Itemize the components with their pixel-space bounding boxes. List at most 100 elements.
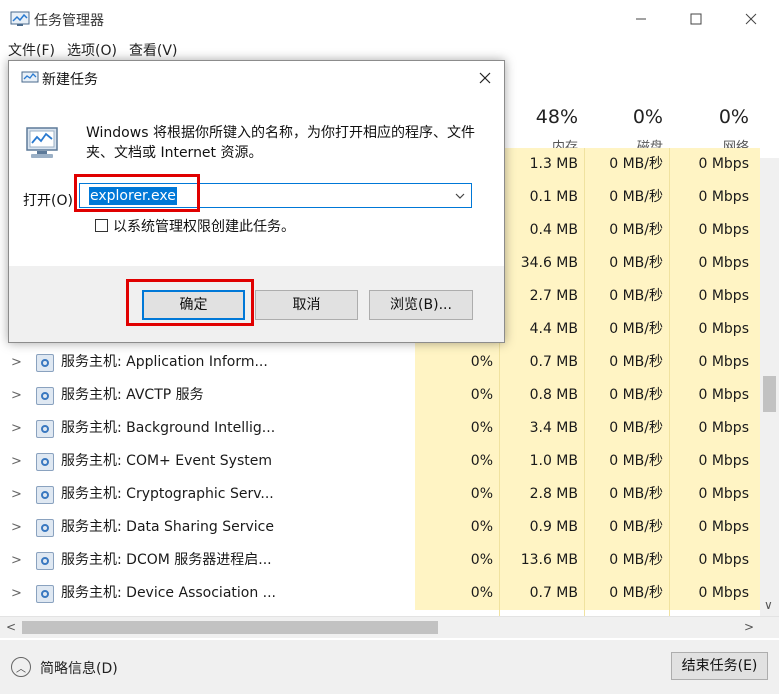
admin-checkbox-label[interactable]: 以系统管理权限创建此任务。	[113, 216, 295, 236]
table-row[interactable]: > 服务主机: Cryptographic Serv... 0% 2.8 MB …	[0, 478, 760, 511]
network-cell: 0 Mbps	[698, 288, 749, 304]
disk-cell: 0 MB/秒	[609, 288, 663, 304]
scroll-right-icon[interactable]: >	[744, 620, 754, 634]
disk-cell: 0 MB/秒	[609, 420, 663, 436]
menu-view[interactable]: 查看(V)	[121, 38, 182, 60]
network-cell: 0 Mbps	[698, 255, 749, 271]
service-gear-icon	[36, 519, 54, 537]
network-cell: 0 Mbps	[698, 387, 749, 403]
dialog-title: 新建任务	[42, 72, 98, 88]
memory-cell: 0.9 MB	[529, 519, 578, 535]
network-cell: 0 Mbps	[698, 519, 749, 535]
expand-chevron-icon[interactable]: >	[11, 445, 22, 478]
network-cell: 0 Mbps	[698, 321, 749, 337]
process-name: 服务主机: Background Intellig...	[61, 420, 276, 436]
browse-button[interactable]: 浏览(B)...	[369, 290, 473, 320]
service-gear-icon	[36, 453, 54, 471]
dialog-close-button[interactable]	[471, 65, 499, 91]
vertical-scroll-thumb[interactable]	[763, 376, 776, 412]
disk-cell: 0 MB/秒	[609, 354, 663, 370]
disk-cell: 0 MB/秒	[609, 321, 663, 337]
menu-file[interactable]: 文件(F)	[0, 38, 59, 60]
expand-chevron-icon[interactable]: >	[11, 379, 22, 412]
dropdown-button[interactable]	[453, 186, 467, 205]
memory-cell: 13.6 MB	[520, 552, 578, 568]
minimize-icon	[636, 18, 646, 20]
cpu-cell: 0%	[470, 552, 493, 568]
table-row[interactable]: > 服务主机: Application Inform... 0% 0.7 MB …	[0, 346, 760, 379]
admin-checkbox[interactable]	[95, 219, 108, 232]
memory-cell: 0.1 MB	[529, 189, 578, 205]
expand-chevron-icon[interactable]: >	[11, 478, 22, 511]
disk-cell: 0 MB/秒	[609, 255, 663, 271]
collapse-up-icon[interactable]: ︿	[11, 657, 31, 677]
new-task-dialog: 新建任务 Windows 将根据你所键入的名称，为你打开相应的程序、文件夹、文档…	[8, 60, 505, 343]
disk-cell: 0 MB/秒	[609, 453, 663, 469]
maximize-icon	[690, 13, 702, 25]
process-name: 服务主机: DCOM 服务器进程启...	[61, 552, 272, 568]
title-bar: 任务管理器	[0, 0, 779, 38]
process-name: 服务主机: Cryptographic Serv...	[61, 486, 274, 502]
disk-cell: 0 MB/秒	[609, 189, 663, 205]
service-gear-icon	[36, 552, 54, 570]
fewer-details-link[interactable]: 简略信息(D)	[40, 658, 118, 678]
highlight-input-box	[74, 174, 200, 212]
network-cell: 0 Mbps	[698, 156, 749, 172]
end-task-button[interactable]: 结束任务(E)	[671, 652, 768, 680]
scroll-down-icon[interactable]: ∨	[764, 598, 773, 612]
vertical-scrollbar[interactable]: ∨	[760, 158, 779, 616]
memory-cell: 0.4 MB	[529, 222, 578, 238]
minimize-button[interactable]	[618, 4, 664, 34]
scroll-left-icon[interactable]: <	[6, 620, 16, 634]
table-row[interactable]: > 服务主机: Data Sharing Service 0% 0.9 MB 0…	[0, 511, 760, 544]
maximize-button[interactable]	[673, 4, 719, 34]
memory-percent: 48%	[535, 106, 578, 128]
table-row[interactable]: > 服务主机: AVCTP 服务 0% 0.8 MB 0 MB/秒 0 Mbps	[0, 379, 760, 412]
service-gear-icon	[36, 354, 54, 372]
highlight-ok-box	[126, 279, 254, 326]
cpu-cell: 0%	[470, 486, 493, 502]
memory-cell: 2.8 MB	[529, 486, 578, 502]
run-dialog-icon	[21, 71, 39, 83]
network-cell: 0 Mbps	[698, 453, 749, 469]
task-manager-icon	[10, 11, 30, 26]
expand-chevron-icon[interactable]: >	[11, 412, 22, 445]
window-title: 任务管理器	[34, 13, 104, 29]
disk-percent: 0%	[632, 106, 663, 128]
menu-options[interactable]: 选项(O)	[59, 38, 121, 60]
task-manager-window: 任务管理器 文件(F) 选项(O) 查看(V) 48% 内存 0% 磁盘 0% …	[0, 0, 779, 694]
run-program-icon	[26, 127, 58, 158]
disk-cell: 0 MB/秒	[609, 486, 663, 502]
process-name: 服务主机: Device Association ...	[61, 585, 277, 601]
expand-chevron-icon[interactable]: >	[11, 544, 22, 577]
expand-chevron-icon[interactable]: >	[11, 346, 22, 379]
disk-cell: 0 MB/秒	[609, 552, 663, 568]
network-cell: 0 Mbps	[698, 354, 749, 370]
service-gear-icon	[36, 387, 54, 405]
horizontal-scroll-thumb[interactable]	[22, 621, 438, 634]
disk-cell: 0 MB/秒	[609, 519, 663, 535]
menu-bar: 文件(F) 选项(O) 查看(V)	[0, 38, 181, 60]
disk-cell: 0 MB/秒	[609, 387, 663, 403]
expand-chevron-icon[interactable]: >	[11, 577, 22, 610]
memory-cell: 0.8 MB	[529, 387, 578, 403]
expand-chevron-icon[interactable]: >	[11, 511, 22, 544]
service-gear-icon	[36, 486, 54, 504]
dialog-description: Windows 将根据你所键入的名称，为你打开相应的程序、文件夹、文档或 Int…	[86, 125, 475, 161]
process-name: 服务主机: COM+ Event System	[61, 453, 272, 469]
service-gear-icon	[36, 585, 54, 603]
table-row[interactable]: > 服务主机: DCOM 服务器进程启... 0% 13.6 MB 0 MB/秒…	[0, 544, 760, 577]
cancel-button[interactable]: 取消	[255, 290, 358, 320]
disk-cell: 0 MB/秒	[609, 156, 663, 172]
table-row[interactable]: > 服务主机: Device Association ... 0% 0.7 MB…	[0, 577, 760, 610]
cpu-cell: 0%	[470, 420, 493, 436]
table-row[interactable]: > 服务主机: COM+ Event System 0% 1.0 MB 0 MB…	[0, 445, 760, 478]
network-cell: 0 Mbps	[698, 189, 749, 205]
network-percent: 0%	[718, 106, 749, 128]
disk-cell: 0 MB/秒	[609, 222, 663, 238]
horizontal-scrollbar[interactable]: < >	[0, 616, 779, 638]
close-button[interactable]	[728, 4, 774, 34]
network-cell: 0 Mbps	[698, 552, 749, 568]
network-cell: 0 Mbps	[698, 585, 749, 601]
table-row[interactable]: > 服务主机: Background Intellig... 0% 3.4 MB…	[0, 412, 760, 445]
